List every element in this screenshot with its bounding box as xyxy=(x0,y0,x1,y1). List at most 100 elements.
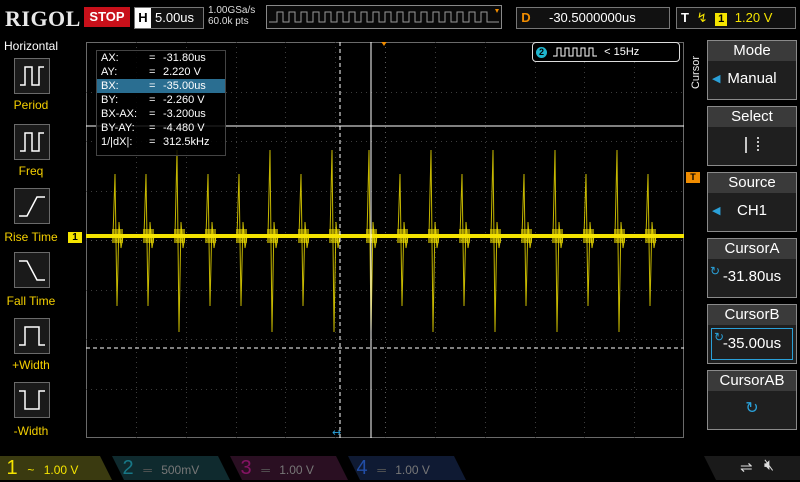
pulse-train-icon xyxy=(553,47,598,57)
cursor-b-menu-item[interactable]: CursorB ↻ -35.00us xyxy=(707,304,797,364)
readout-value: -4.480 V xyxy=(163,122,205,134)
source-value-row: ◀ CH1 xyxy=(708,193,796,229)
cursor-menu: Mode ◀ Manual Select Source ◀ CH1 Cursor… xyxy=(700,40,800,446)
readout-row: BY-AY: = -4.480 V xyxy=(97,121,225,135)
positive-width-icon xyxy=(19,326,45,346)
readout-row: AY: = 2.220 V xyxy=(97,65,225,79)
select-header: Select xyxy=(708,107,796,127)
freq-icon xyxy=(20,132,44,152)
cursor-a-value: -31.80us xyxy=(722,268,782,285)
readout-row: BX: = -35.00us xyxy=(97,79,225,93)
usb-icon: ⇌ xyxy=(740,459,753,476)
source-value: CH1 xyxy=(736,202,767,219)
memory-overview-strip[interactable] xyxy=(266,5,502,29)
minus-width-button[interactable] xyxy=(14,382,50,418)
acquisition-info: 1.00GSa/s 60.0k pts xyxy=(208,5,255,27)
horizontal-label: H xyxy=(135,8,151,28)
readout-key: AY: xyxy=(101,66,118,78)
ch4-scale: 1.00 V xyxy=(395,463,430,477)
rise-time-label: Rise Time xyxy=(4,230,58,244)
ch3-number: 3 xyxy=(240,457,252,479)
coupling-icon: ═ xyxy=(377,463,386,477)
left-arrow-icon: ◀ xyxy=(712,73,721,85)
fall-time-label: Fall Time xyxy=(6,294,56,308)
cursor-readout-table: AX: = -31.80us AY: = 2.220 V BX: = -35.00us BY: = -… xyxy=(96,50,226,156)
cursor-b-value-row: ↻ -35.00us xyxy=(711,328,793,360)
select-cursor-icon xyxy=(708,127,796,163)
ch3-status[interactable]: 3 ═ 1.00 V xyxy=(236,456,313,480)
channel-status-bar: 1 ~ 1.00 V 2 ═ 500mV 3 ═ 1.00 V 4 ═ 1.00… xyxy=(0,452,800,480)
top-status-bar: RIGOL STOP H 5.00us 1.00GSa/s 60.0k pts D… xyxy=(0,0,800,36)
trigger-level-marker[interactable]: T xyxy=(686,172,700,183)
mode-value: Manual xyxy=(727,70,777,87)
period-button[interactable] xyxy=(14,58,50,94)
cursor-a-header: CursorA xyxy=(708,239,796,259)
rise-time-button[interactable] xyxy=(14,188,50,224)
plus-width-button[interactable] xyxy=(14,318,50,354)
readout-key: BX-AX: xyxy=(101,108,138,120)
delay-value: -30.5000000us xyxy=(549,10,636,25)
readout-value: -35.00us xyxy=(163,80,206,92)
fall-edge-icon xyxy=(19,260,45,281)
readout-row: BX-AX: = -3.200us xyxy=(97,107,225,121)
mode-header: Mode xyxy=(708,41,796,61)
memory-waveform-icon xyxy=(269,9,499,23)
negative-width-icon xyxy=(19,390,45,410)
rise-edge-icon xyxy=(19,196,45,217)
readout-value: 2.220 V xyxy=(163,66,201,78)
horizontal-measure-panel: Horizontal Period Freq Rise Time Fall Ti… xyxy=(0,36,62,446)
readout-equals: = xyxy=(149,122,156,134)
minus-width-label: -Width xyxy=(13,424,49,438)
timebase-box[interactable]: H 5.00us xyxy=(134,7,204,29)
cursor-a-menu-item[interactable]: CursorA ↻ -31.80us xyxy=(707,238,797,298)
fall-time-button[interactable] xyxy=(14,252,50,288)
readout-row: 1/|dX|: = 312.5kHz xyxy=(97,135,225,149)
coupling-icon: ═ xyxy=(143,463,152,477)
trigger-frequency-box: 2 < 15Hz xyxy=(532,42,680,62)
readout-row: BY: = -2.260 V xyxy=(97,93,225,107)
memory-depth: 60.0k pts xyxy=(208,16,249,27)
ch1-scale: 1.00 V xyxy=(43,463,79,477)
plus-width-label: +Width xyxy=(12,358,50,372)
mode-menu-item[interactable]: Mode ◀ Manual xyxy=(707,40,797,100)
source-menu-item[interactable]: Source ◀ CH1 xyxy=(707,172,797,232)
cursor-a-value-row: ↻ -31.80us xyxy=(708,259,796,295)
cursor-ab-menu-item[interactable]: CursorAB ↻ xyxy=(707,370,797,430)
left-arrow-icon: ◀ xyxy=(712,205,721,217)
rotate-knob-icon: ↻ xyxy=(714,330,725,344)
readout-equals: = xyxy=(149,94,156,106)
delay-box[interactable]: D -30.5000000us xyxy=(516,7,670,29)
ch4-status[interactable]: 4 ═ 1.00 V xyxy=(352,456,430,480)
mode-value-row: ◀ Manual xyxy=(708,61,796,97)
trigger-frequency-text: < 15Hz xyxy=(604,46,640,58)
dc-coupling-icon: ~ xyxy=(27,463,35,477)
trigger-level: 1.20 V xyxy=(734,10,773,25)
cursor-b-value: -35.00us xyxy=(722,335,782,352)
run-stop-indicator[interactable]: STOP xyxy=(84,7,130,27)
rotate-knob-icon: ↻ xyxy=(710,264,721,278)
readout-equals: = xyxy=(149,66,156,78)
freq-button[interactable] xyxy=(14,124,50,160)
readout-value: -31.80us xyxy=(163,52,206,64)
readout-value: -3.200us xyxy=(163,108,206,120)
source-header: Source xyxy=(708,173,796,193)
readout-value: 312.5kHz xyxy=(163,136,210,148)
readout-equals: = xyxy=(149,80,156,92)
readout-key: BX: xyxy=(101,80,119,92)
select-menu-item[interactable]: Select xyxy=(707,106,797,166)
cursor-ab-header: CursorAB xyxy=(708,371,796,391)
ch4-number: 4 xyxy=(356,457,368,479)
trigger-box[interactable]: T ↯ 1 1.20 V xyxy=(676,7,796,29)
ch1-status[interactable]: 1 ~ 1.00 V xyxy=(2,456,78,480)
period-icon xyxy=(20,66,44,86)
trigger-channel: 1 xyxy=(715,13,728,26)
readout-key: BY-AY: xyxy=(101,122,135,134)
cursor-drag-icon[interactable]: ↔ xyxy=(332,426,341,439)
ch1-offset-marker[interactable]: 1 xyxy=(68,232,82,243)
readout-row: AX: = -31.80us xyxy=(97,51,225,65)
trigger-label: T xyxy=(681,10,689,25)
ch2-badge: 2 xyxy=(536,46,547,58)
readout-key: BY: xyxy=(101,94,119,106)
ch2-status[interactable]: 2 ═ 500mV xyxy=(118,456,199,480)
sound-muted-icon[interactable]: 🔇︎ xyxy=(764,457,774,475)
